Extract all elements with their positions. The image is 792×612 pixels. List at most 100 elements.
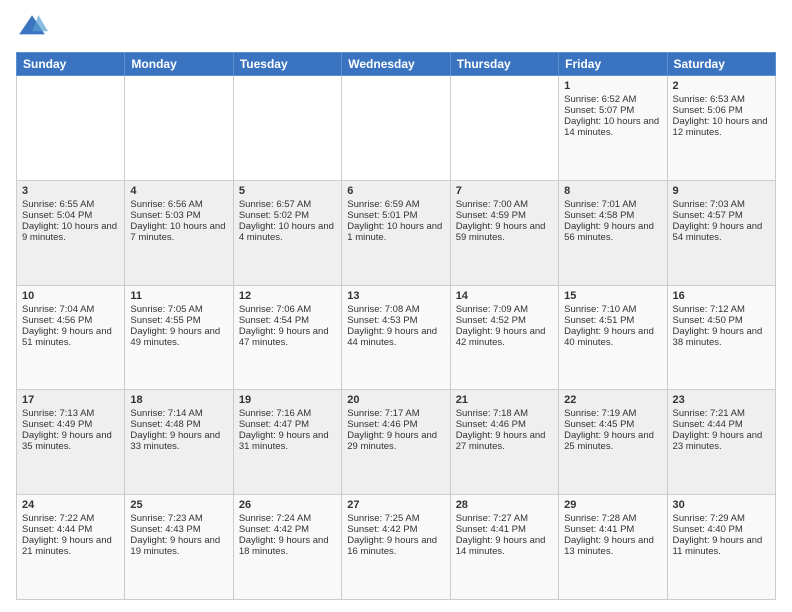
calendar-cell [125,76,233,181]
calendar-row: 24Sunrise: 7:22 AMSunset: 4:44 PMDayligh… [17,495,776,600]
day-info: Daylight: 9 hours and 18 minutes. [239,535,336,557]
calendar-cell: 28Sunrise: 7:27 AMSunset: 4:41 PMDayligh… [450,495,558,600]
day-info: Sunset: 4:42 PM [239,524,336,535]
day-info: Daylight: 9 hours and 31 minutes. [239,430,336,452]
calendar-header: SundayMondayTuesdayWednesdayThursdayFrid… [17,53,776,76]
calendar-cell: 30Sunrise: 7:29 AMSunset: 4:40 PMDayligh… [667,495,775,600]
day-number: 10 [22,290,119,302]
day-info: Sunset: 4:43 PM [130,524,227,535]
day-number: 7 [456,185,553,197]
day-number: 15 [564,290,661,302]
day-info: Sunrise: 7:12 AM [673,304,770,315]
day-info: Sunrise: 7:06 AM [239,304,336,315]
calendar-cell [342,76,450,181]
day-info: Sunset: 4:46 PM [347,419,444,430]
day-info: Daylight: 9 hours and 42 minutes. [456,326,553,348]
day-info: Sunset: 4:44 PM [673,419,770,430]
day-number: 29 [564,499,661,511]
day-info: Sunset: 4:52 PM [456,315,553,326]
calendar-cell: 19 Sunrise: 7:16 AMSunset: 4:47 PMDayligh… [233,390,341,495]
calendar-cell: 24Sunrise: 7:22 AMSunset: 4:44 PMDayligh… [17,495,125,600]
day-info: Sunset: 5:06 PM [673,105,770,116]
day-info: Daylight: 10 hours and 14 minutes. [564,116,661,138]
calendar-row: 1Sunrise: 6:52 AMSunset: 5:07 PMDaylight… [17,76,776,181]
day-number: 2 [673,80,770,92]
day-info: Sunrise: 7:24 AM [239,513,336,524]
day-info: Daylight: 9 hours and 13 minutes. [564,535,661,557]
calendar-cell: 17 Sunrise: 7:13 AMSunset: 4:49 PMDayligh… [17,390,125,495]
day-info: Daylight: 9 hours and 23 minutes. [673,430,770,452]
day-info: Daylight: 9 hours and 56 minutes. [564,221,661,243]
weekday-header: Tuesday [233,53,341,76]
day-info: Daylight: 9 hours and 47 minutes. [239,326,336,348]
calendar-row: 10Sunrise: 7:04 AMSunset: 4:56 PMDayligh… [17,285,776,390]
calendar-cell [450,76,558,181]
day-info: Sunset: 4:55 PM [130,315,227,326]
day-number: 30 [673,499,770,511]
day-info: Sunset: 4:54 PM [239,315,336,326]
logo-icon [16,12,48,44]
day-info: Sunset: 4:48 PM [130,419,227,430]
day-info: Sunrise: 7:13 AM [22,408,119,419]
day-info: Daylight: 9 hours and 33 minutes. [130,430,227,452]
calendar-table: SundayMondayTuesdayWednesdayThursdayFrid… [16,52,776,600]
day-info: Sunrise: 7:18 AM [456,408,553,419]
calendar-cell: 9Sunrise: 7:03 AMSunset: 4:57 PMDaylight… [667,180,775,285]
day-info: Daylight: 10 hours and 4 minutes. [239,221,336,243]
weekday-header: Sunday [17,53,125,76]
day-number: 11 [130,290,227,302]
day-number: 17 [22,394,119,406]
day-info: Sunrise: 6:56 AM [130,199,227,210]
weekday-header: Wednesday [342,53,450,76]
calendar-body: 1Sunrise: 6:52 AMSunset: 5:07 PMDaylight… [17,76,776,600]
day-info: Sunrise: 7:29 AM [673,513,770,524]
day-info: Sunrise: 7:16 AM [239,408,336,419]
day-info: Daylight: 9 hours and 27 minutes. [456,430,553,452]
calendar-row: 3Sunrise: 6:55 AMSunset: 5:04 PMDaylight… [17,180,776,285]
day-info: Sunrise: 6:53 AM [673,94,770,105]
day-info: Daylight: 9 hours and 29 minutes. [347,430,444,452]
day-number: 27 [347,499,444,511]
day-number: 20 [347,394,444,406]
day-info: Sunset: 4:40 PM [673,524,770,535]
day-number: 6 [347,185,444,197]
calendar-cell: 14Sunrise: 7:09 AMSunset: 4:52 PMDayligh… [450,285,558,390]
day-info: Sunrise: 7:04 AM [22,304,119,315]
day-info: Sunset: 4:49 PM [22,419,119,430]
day-info: Sunset: 4:42 PM [347,524,444,535]
day-info: Sunrise: 7:27 AM [456,513,553,524]
calendar-cell: 13Sunrise: 7:08 AMSunset: 4:53 PMDayligh… [342,285,450,390]
calendar-cell: 18Sunrise: 7:14 AMSunset: 4:48 PMDayligh… [125,390,233,495]
day-info: Sunrise: 7:14 AM [130,408,227,419]
day-info: Daylight: 10 hours and 12 minutes. [673,116,770,138]
day-info: Sunset: 5:04 PM [22,210,119,221]
day-number: 9 [673,185,770,197]
day-info: Daylight: 9 hours and 44 minutes. [347,326,444,348]
day-info: Sunset: 4:47 PM [239,419,336,430]
day-info: Sunrise: 7:22 AM [22,513,119,524]
day-info: Sunrise: 7:17 AM [347,408,444,419]
calendar-cell: 23Sunrise: 7:21 AMSunset: 4:44 PMDayligh… [667,390,775,495]
day-number: 13 [347,290,444,302]
day-number: 28 [456,499,553,511]
day-info: Sunset: 4:41 PM [564,524,661,535]
weekday-header: Saturday [667,53,775,76]
calendar-cell: 11Sunrise: 7:05 AMSunset: 4:55 PMDayligh… [125,285,233,390]
calendar-cell: 22Sunrise: 7:19 AMSunset: 4:45 PMDayligh… [559,390,667,495]
day-info: Sunrise: 7:05 AM [130,304,227,315]
day-number: 5 [239,185,336,197]
day-info: Sunrise: 7:10 AM [564,304,661,315]
day-number: 19 [239,394,336,406]
day-number: 25 [130,499,227,511]
day-info: Daylight: 9 hours and 25 minutes. [564,430,661,452]
header [16,12,776,44]
day-info: Sunset: 4:51 PM [564,315,661,326]
day-info: Sunrise: 6:57 AM [239,199,336,210]
day-number: 8 [564,185,661,197]
day-number: 16 [673,290,770,302]
calendar-cell: 10Sunrise: 7:04 AMSunset: 4:56 PMDayligh… [17,285,125,390]
calendar-cell: 27Sunrise: 7:25 AMSunset: 4:42 PMDayligh… [342,495,450,600]
day-info: Daylight: 9 hours and 35 minutes. [22,430,119,452]
day-info: Sunrise: 7:19 AM [564,408,661,419]
weekday-header: Friday [559,53,667,76]
